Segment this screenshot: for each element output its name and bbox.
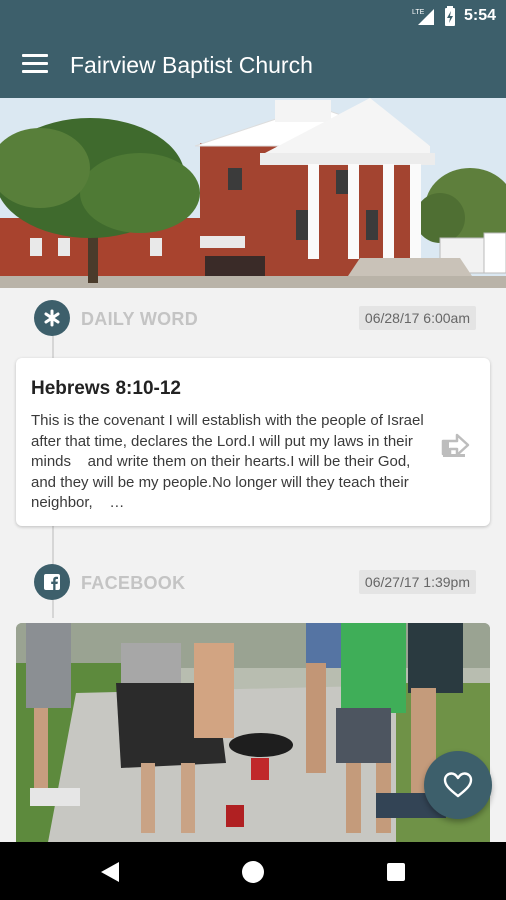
favorite-button[interactable] bbox=[424, 751, 492, 819]
battery-icon bbox=[444, 6, 455, 26]
feed[interactable]: DAILY WORD 06/28/17 6:00am Hebrews 8:10-… bbox=[0, 288, 506, 842]
post-photo bbox=[16, 623, 490, 842]
recents-button[interactable] bbox=[382, 858, 410, 886]
daily-word-label: DAILY WORD bbox=[81, 309, 199, 329]
facebook-header: FACEBOOK 06/27/17 1:39pm bbox=[34, 564, 480, 600]
back-icon bbox=[101, 862, 119, 882]
daily-word-header: DAILY WORD 06/28/17 6:00am bbox=[34, 300, 480, 336]
daily-word-card[interactable]: Hebrews 8:10-12 This is the covenant I w… bbox=[16, 358, 490, 526]
share-button[interactable] bbox=[440, 428, 472, 460]
menu-button[interactable] bbox=[22, 54, 48, 76]
verse-reference: Hebrews 8:10-12 bbox=[31, 378, 181, 399]
facebook-date: 06/27/17 1:39pm bbox=[358, 570, 476, 594]
home-button[interactable] bbox=[239, 858, 267, 886]
status-icons: LTE 5:54 bbox=[412, 6, 496, 26]
recents-icon bbox=[387, 863, 405, 881]
church-photo bbox=[0, 98, 506, 288]
facebook-post-image[interactable] bbox=[16, 623, 490, 842]
app-bar: Fairview Baptist Church bbox=[0, 32, 506, 98]
hamburger-icon bbox=[22, 54, 48, 57]
back-button[interactable] bbox=[96, 858, 124, 886]
asterisk-icon bbox=[34, 300, 70, 336]
svg-text:LTE: LTE bbox=[412, 9, 425, 16]
share-icon bbox=[441, 433, 470, 457]
status-time: 5:54 bbox=[463, 7, 496, 24]
navigation-bar bbox=[0, 842, 506, 900]
hero-image bbox=[0, 98, 506, 288]
daily-word-date: 06/28/17 6:00am bbox=[358, 306, 476, 330]
signal-icon: LTE bbox=[412, 9, 434, 25]
facebook-label: FACEBOOK bbox=[81, 573, 186, 593]
facebook-icon bbox=[34, 564, 70, 600]
verse-text: This is the covenant I will establish wi… bbox=[31, 412, 424, 511]
heart-icon bbox=[443, 772, 473, 798]
home-icon bbox=[242, 861, 264, 883]
status-bar: LTE 5:54 bbox=[0, 0, 506, 32]
app-title: Fairview Baptist Church bbox=[70, 52, 313, 78]
